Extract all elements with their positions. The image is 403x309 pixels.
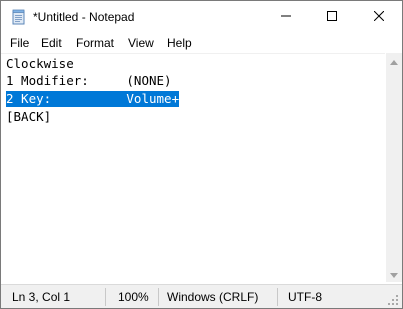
notepad-window: *Untitled - Notepad File Edit Format Vie…: [0, 0, 403, 309]
status-divider: [158, 288, 159, 306]
status-bar: Ln 3, Col 1 100% Windows (CRLF) UTF-8: [1, 284, 402, 308]
scroll-down-arrow-icon: [390, 265, 398, 283]
minimize-icon: [281, 8, 291, 26]
status-cursor-position: Ln 3, Col 1: [12, 290, 71, 304]
menu-format[interactable]: Format: [76, 36, 114, 50]
window-title: *Untitled - Notepad: [33, 10, 135, 24]
maximize-button[interactable]: [309, 1, 355, 33]
menu-file[interactable]: File: [10, 36, 29, 50]
close-icon: [373, 8, 385, 26]
maximize-icon: [327, 8, 337, 26]
menu-edit[interactable]: Edit: [41, 36, 62, 50]
editor-line-selected: 2 Key: Volume+: [6, 91, 180, 107]
scroll-up-arrow-icon: [390, 52, 398, 70]
status-encoding: UTF-8: [288, 290, 322, 304]
vertical-scrollbar[interactable]: [386, 53, 402, 282]
menu-view[interactable]: View: [128, 36, 154, 50]
resize-grip-icon[interactable]: [387, 293, 399, 305]
status-zoom: 100%: [118, 290, 149, 304]
editor-line: Clockwise: [6, 56, 74, 71]
minimize-button[interactable]: [263, 1, 309, 33]
scroll-down-button[interactable]: [386, 266, 402, 282]
text-editor[interactable]: Clockwise 1 Modifier: (NONE) 2 Key: Volu…: [1, 53, 385, 283]
title-bar[interactable]: *Untitled - Notepad: [1, 1, 402, 33]
notepad-icon: [11, 9, 27, 25]
close-button[interactable]: [356, 1, 402, 33]
menu-bar: File Edit Format View Help: [1, 33, 402, 53]
editor-line: 1 Modifier: (NONE): [6, 73, 172, 88]
editor-line: [BACK]: [6, 109, 52, 124]
status-divider: [277, 288, 278, 306]
scroll-up-button[interactable]: [386, 53, 402, 69]
status-line-ending: Windows (CRLF): [167, 290, 259, 304]
status-divider: [105, 288, 106, 306]
menu-help[interactable]: Help: [167, 36, 192, 50]
